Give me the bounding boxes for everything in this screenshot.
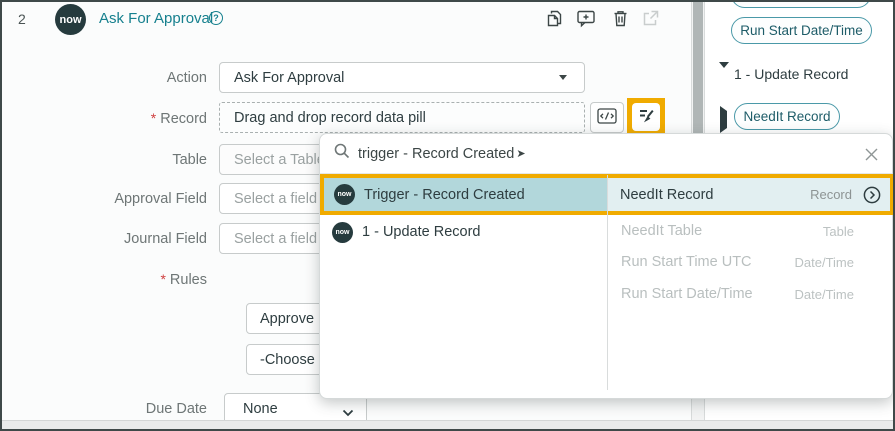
record-dropzone[interactable]: Drag and drop record data pill: [219, 102, 585, 133]
add-comment-icon: [576, 9, 597, 31]
flow-designer-window: 2 now Ask For Approval ? Action Ask For …: [0, 0, 895, 431]
pill-option-type: Record: [810, 187, 852, 202]
help-icon[interactable]: ?: [209, 11, 223, 25]
pill-option-run-start-time-utc[interactable]: Run Start Time UTC Date/Time: [608, 247, 892, 277]
required-marker: *: [160, 271, 166, 287]
due-date-value: None: [243, 400, 278, 417]
add-comment-button[interactable]: [574, 8, 598, 32]
pill-expand-icon[interactable]: [720, 106, 727, 133]
chevron-down-icon: [342, 405, 354, 421]
trash-icon: [612, 9, 629, 31]
pill-option-run-start-datetime[interactable]: Run Start Date/Time Date/Time: [608, 279, 892, 309]
rules-choose-value: -Choose a: [260, 351, 327, 368]
pill-option-type: Date/Time: [794, 286, 854, 302]
record-placeholder: Drag and drop record data pill: [234, 109, 426, 126]
pill-option-type: Date/Time: [794, 254, 854, 270]
chevron-down-icon: [559, 75, 567, 80]
search-icon: [334, 143, 350, 164]
open-in-new-icon: [641, 9, 660, 31]
script-toggle-button[interactable]: [590, 102, 624, 133]
close-icon[interactable]: [862, 145, 880, 163]
copy-icon: [545, 9, 564, 31]
section-update-record[interactable]: 1 - Update Record: [734, 66, 848, 82]
delete-action-button[interactable]: [608, 8, 632, 32]
popup-item-trigger-record-created[interactable]: now Trigger - Record Created: [324, 178, 607, 211]
table-label: Table: [172, 152, 207, 168]
section-collapse-icon[interactable]: [719, 62, 729, 86]
data-pill-partial[interactable]: [731, 2, 871, 8]
data-pill-needit-record[interactable]: NeedIt Record: [734, 103, 840, 130]
pill-option-needit-table[interactable]: NeedIt Table Table: [608, 216, 892, 246]
action-title[interactable]: Ask For Approval: [99, 10, 213, 27]
approve-button-label: Approve: [260, 310, 315, 327]
logo-text: now: [59, 13, 82, 26]
popup-item-needit-record[interactable]: NeedIt Record Record: [607, 178, 890, 211]
pill-option-name: NeedIt Table: [621, 223, 703, 239]
due-date-label: Due Date: [145, 401, 207, 417]
pill-search-input[interactable]: trigger - Record Created ➤: [320, 134, 892, 174]
data-pill-run-start-datetime[interactable]: Run Start Date/Time: [731, 17, 872, 44]
popup-item-label: Trigger - Record Created: [364, 186, 525, 203]
servicenow-logo-icon: now: [334, 184, 355, 205]
servicenow-logo-icon: now: [55, 4, 86, 35]
rules-label: * Rules: [160, 271, 207, 288]
open-in-new-window-button[interactable]: [638, 8, 662, 32]
record-label: * Record: [150, 110, 207, 127]
action-label: Action: [166, 70, 207, 86]
step-number: 2: [18, 11, 26, 27]
approval-field-label: Approval Field: [114, 191, 207, 207]
action-select-value: Ask For Approval: [234, 69, 345, 86]
servicenow-logo-icon: now: [332, 221, 353, 243]
required-marker: *: [150, 110, 157, 126]
pill-option-name: Run Start Time UTC: [621, 254, 752, 270]
data-pill-picker-highlight: [627, 98, 665, 136]
pill-option-type: Table: [822, 223, 854, 239]
journal-field-placeholder: Select a field: [234, 230, 318, 247]
pill-label: NeedIt Record: [743, 109, 831, 124]
copy-action-button[interactable]: [542, 8, 566, 32]
approval-field-placeholder: Select a field: [234, 190, 318, 207]
search-caret: ➤: [516, 148, 526, 160]
data-pill-picker-button[interactable]: [632, 103, 660, 131]
action-select[interactable]: Ask For Approval: [219, 62, 585, 93]
data-pill-picker-icon: [638, 107, 655, 127]
popup-item-update-record[interactable]: now 1 - Update Record: [320, 216, 606, 248]
search-value: trigger - Record Created: [358, 145, 515, 162]
pill-option-name: Run Start Date/Time: [621, 286, 753, 302]
drill-in-icon[interactable]: [863, 186, 881, 204]
data-pill-picker-popup: trigger - Record Created ➤ now Trigger -…: [319, 133, 893, 399]
journal-field-label: Journal Field: [123, 231, 207, 247]
table-placeholder: Select a Table: [234, 151, 325, 168]
pill-option-name: NeedIt Record: [620, 186, 714, 203]
script-toggle-icon: [597, 108, 617, 127]
popup-item-label: 1 - Update Record: [362, 224, 481, 240]
horizontal-scrollbar-track[interactable]: [2, 420, 893, 429]
pill-label: Run Start Date/Time: [740, 23, 863, 38]
